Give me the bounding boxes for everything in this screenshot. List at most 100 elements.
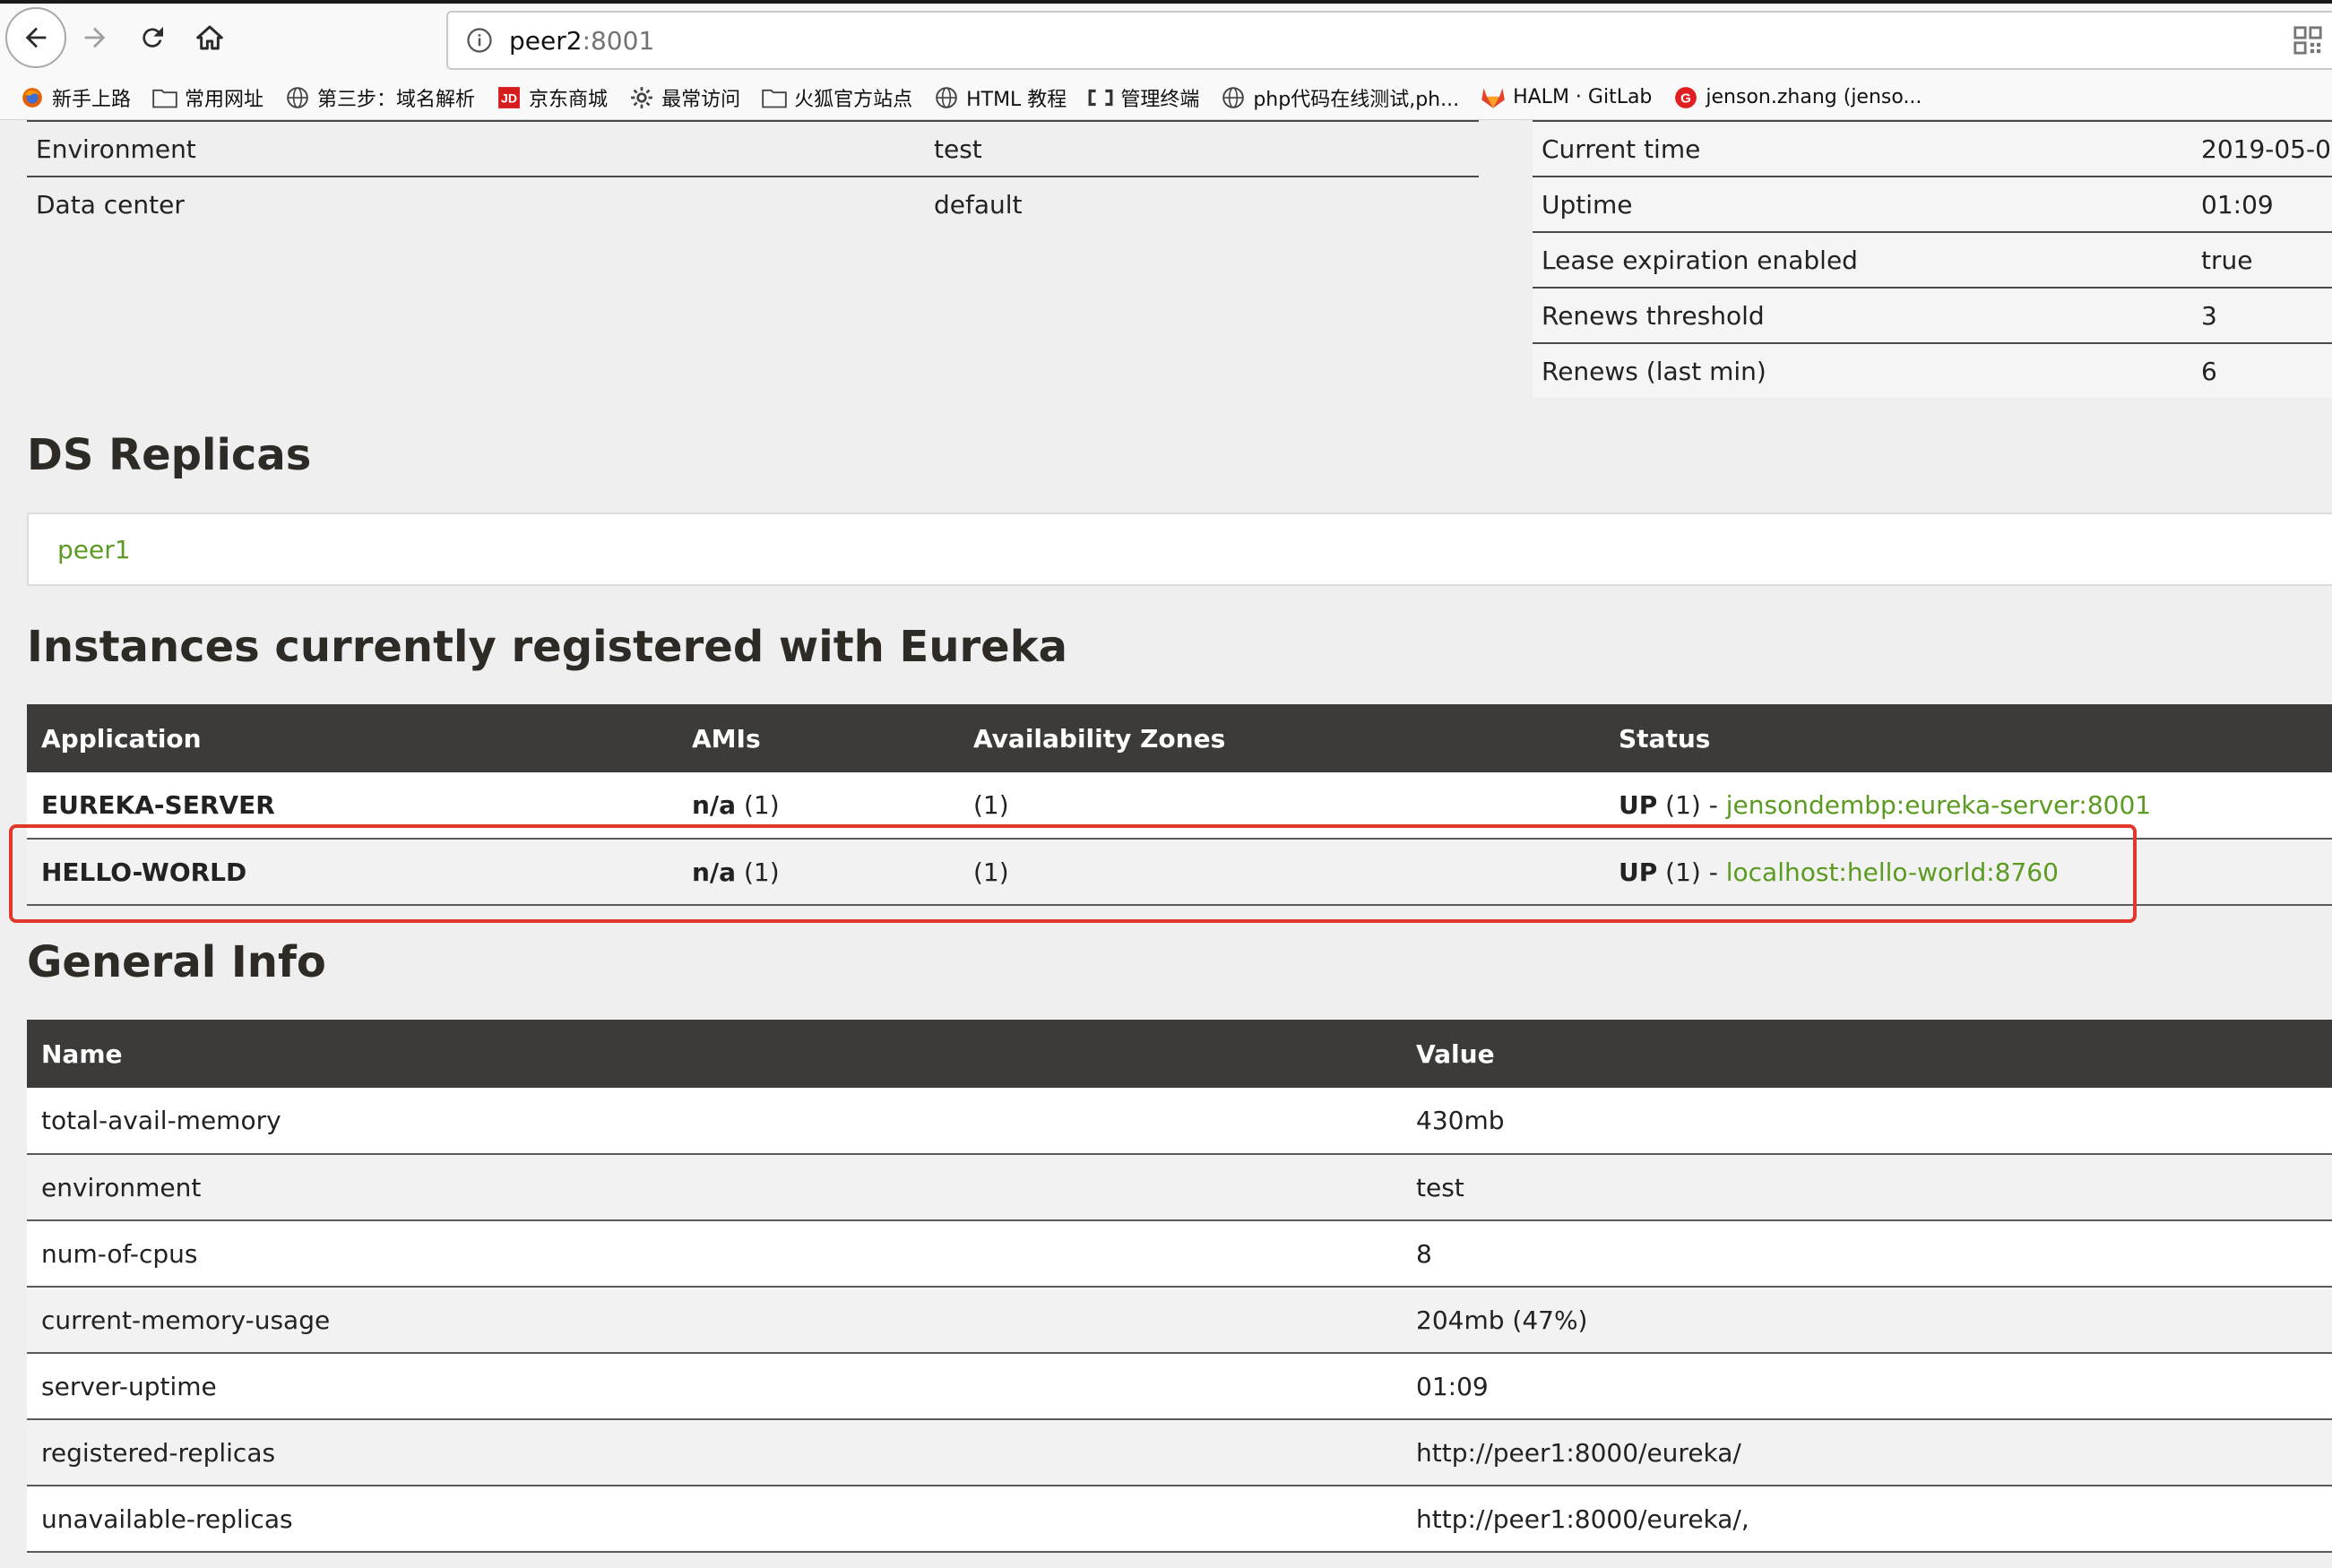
gitlab-icon — [1481, 85, 1506, 110]
table-row: EUREKA-SERVER n/a (1) (1) UP (1) - jenso… — [27, 772, 2332, 840]
svg-text:G: G — [1681, 90, 1692, 106]
info-name: unavailable-replicas — [27, 1486, 1402, 1553]
table-row: num-of-cpus 8 — [27, 1220, 2332, 1288]
status-value: UP — [1619, 857, 1658, 887]
qr-code-icon[interactable] — [2293, 25, 2323, 56]
system-row: Renews threshold 3 — [1533, 287, 2332, 342]
bookmark-item[interactable]: 常用网址 — [152, 83, 263, 112]
instance-link[interactable]: jensondembp:eureka-server:8001 — [1726, 790, 2151, 820]
bookmark-item[interactable]: HALM · GitLab — [1481, 85, 1652, 110]
system-value: 01:09 — [2201, 189, 2274, 220]
globe-icon — [934, 85, 959, 110]
amis-value: n/a — [692, 790, 737, 820]
forward-arrow-icon — [84, 27, 106, 48]
system-key: Uptime — [1542, 189, 1633, 220]
table-header-row: Application AMIs Availability Zones Stat… — [27, 704, 2332, 772]
system-value: default — [934, 189, 1023, 220]
info-name: environment — [27, 1154, 1402, 1221]
bookmark-item[interactable]: 新手上路 — [20, 83, 131, 112]
url-text[interactable]: peer2:8001 — [509, 26, 654, 56]
info-value: http://peer1:8000/eureka/ — [1402, 1419, 2332, 1486]
globe-icon — [1221, 85, 1246, 110]
general-info-title: General Info — [27, 937, 326, 987]
system-value: test — [934, 134, 982, 164]
instances-title: Instances currently registered with Eure… — [27, 622, 1068, 672]
bookmark-item[interactable]: 火狐官方站点 — [762, 83, 912, 112]
table-row: registered-replicas http://peer1:8000/eu… — [27, 1419, 2332, 1486]
bookmark-label: 新手上路 — [52, 88, 132, 111]
info-name: current-memory-usage — [27, 1287, 1402, 1354]
site-info-icon[interactable] — [466, 27, 493, 54]
status-count: (1) - — [1657, 790, 1726, 820]
info-value: 01:09 — [1402, 1353, 2332, 1420]
back-button[interactable] — [5, 7, 66, 68]
table-row: current-memory-usage 204mb (47%) — [27, 1287, 2332, 1354]
system-key: Renews threshold — [1542, 300, 1765, 331]
system-value: 2019-05-0 — [2201, 134, 2331, 164]
system-row: Uptime 01:09 — [1533, 176, 2332, 231]
status-value: UP — [1619, 790, 1658, 820]
bookmark-label: jenson.zhang (jenso... — [1706, 86, 1922, 108]
bookmark-item[interactable]: HTML 教程 — [934, 83, 1067, 112]
bookmark-label: 第三步：域名解析 — [317, 88, 476, 111]
system-row: Data center default — [27, 176, 1479, 231]
bookmark-label: 最常访问 — [661, 88, 741, 111]
gear-icon — [629, 85, 654, 110]
bookmark-item[interactable]: JD 京东商城 — [497, 83, 608, 112]
system-row: Environment test — [27, 120, 1479, 176]
terminal-icon — [1088, 85, 1113, 110]
url-host: peer2 — [509, 25, 583, 56]
amis-cell: n/a (1) — [678, 772, 959, 840]
bookmark-item[interactable]: php代码在线测试,ph... — [1221, 83, 1459, 112]
bookmarks-toolbar: 新手上路 常用网址 第三步：域名解析 JD 京东商城 最常访问 火狐官方站点 H… — [0, 75, 2332, 120]
system-key: Environment — [36, 134, 196, 164]
bookmark-label: 京东商城 — [529, 88, 609, 111]
general-info-table: Name Value total-avail-memory 430mb envi… — [27, 1020, 2332, 1553]
amis-count: (1) — [736, 857, 780, 887]
status-cell: UP (1) - localhost:hello-world:8760 — [1604, 839, 2332, 906]
system-row: Lease expiration enabled true — [1533, 231, 2332, 287]
bookmark-label: 管理终端 — [1120, 88, 1200, 111]
reload-button[interactable] — [122, 7, 183, 68]
info-name: num-of-cpus — [27, 1220, 1402, 1288]
g-icon: G — [1673, 85, 1698, 110]
instance-link[interactable]: localhost:hello-world:8760 — [1726, 857, 2059, 887]
svg-text:JD: JD — [501, 90, 517, 105]
system-row: Renews (last min) 6 — [1533, 342, 2332, 398]
system-key: Current time — [1542, 134, 1701, 164]
page-content: Environment test Data center default Cur… — [0, 120, 2332, 1568]
info-value: test — [1402, 1154, 2332, 1221]
amis-value: n/a — [692, 857, 737, 887]
table-row: total-avail-memory 430mb — [27, 1088, 2332, 1155]
bookmark-item[interactable]: 最常访问 — [629, 83, 740, 112]
system-status-left: Environment test Data center default — [27, 120, 1479, 231]
bookmark-label: 火狐官方站点 — [794, 88, 913, 111]
info-name: server-uptime — [27, 1353, 1402, 1420]
bookmark-item[interactable]: G jenson.zhang (jenso... — [1673, 85, 1922, 110]
bookmark-item[interactable]: 第三步：域名解析 — [285, 83, 475, 112]
bookmark-item[interactable]: 管理终端 — [1088, 83, 1199, 112]
firefox-icon — [20, 85, 45, 110]
system-key: Data center — [36, 189, 185, 220]
table-row: server-uptime 01:09 — [27, 1353, 2332, 1420]
system-key: Lease expiration enabled — [1542, 245, 1858, 275]
instances-table: Application AMIs Availability Zones Stat… — [27, 704, 2332, 906]
application-name: EUREKA-SERVER — [27, 772, 678, 840]
table-header-row: Name Value — [27, 1020, 2332, 1088]
column-header: Status — [1604, 704, 2332, 772]
forward-button[interactable] — [65, 7, 125, 68]
bookmark-label: HTML 教程 — [966, 88, 1067, 111]
globe-icon — [285, 85, 310, 110]
application-name: HELLO-WORLD — [27, 839, 678, 906]
folder-icon — [762, 85, 787, 110]
address-bar[interactable]: peer2:8001 — [446, 11, 2332, 70]
home-icon — [196, 25, 223, 50]
home-button[interactable] — [179, 7, 240, 68]
amis-cell: n/a (1) — [678, 839, 959, 906]
replica-link[interactable]: peer1 — [57, 535, 131, 564]
zones-cell: (1) — [959, 839, 1604, 906]
column-header: Availability Zones — [959, 704, 1604, 772]
reload-icon — [143, 27, 163, 47]
system-value: true — [2201, 245, 2253, 275]
table-row: HELLO-WORLD n/a (1) (1) UP (1) - localho… — [27, 839, 2332, 906]
